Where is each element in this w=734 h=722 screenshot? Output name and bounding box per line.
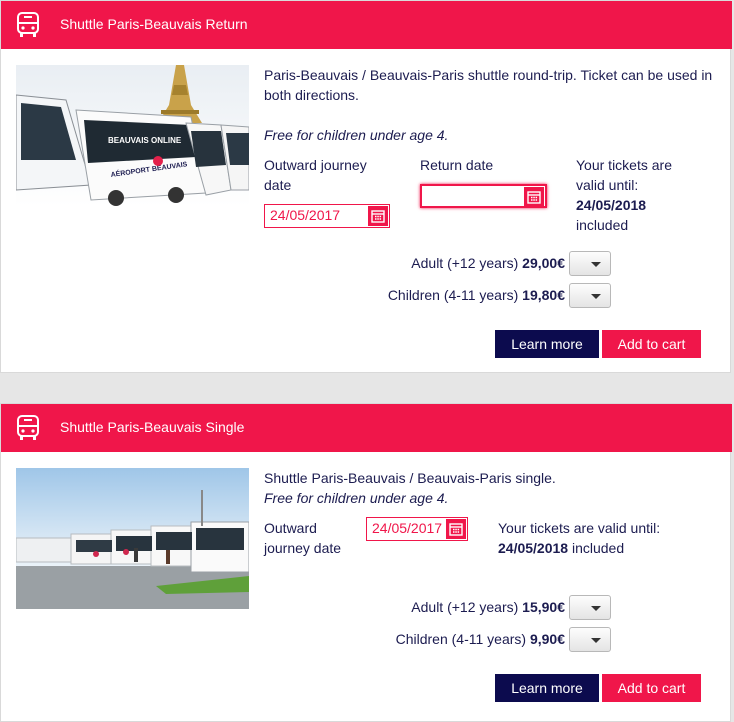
children-note: Free for children under age 4. xyxy=(264,127,449,143)
chevron-down-icon xyxy=(591,294,601,299)
bus-icon xyxy=(17,12,39,37)
product-title: Shuttle Paris-Beauvais Return xyxy=(60,16,248,32)
outward-date-label: Outward journey date xyxy=(264,157,367,193)
adult-price-row: Adult (+12 years) 29,00€ xyxy=(411,255,565,271)
product-photo: BEAUVAIS ONLINE AÉROPORT BEAUVAIS xyxy=(16,65,249,206)
children-price-row: Children (4-11 years) 19,80€ xyxy=(387,287,565,303)
children-quantity-select[interactable] xyxy=(569,627,611,652)
chevron-down-icon xyxy=(591,638,601,643)
return-date-input[interactable] xyxy=(420,184,547,208)
learn-more-button[interactable]: Learn more xyxy=(495,674,599,702)
chevron-down-icon xyxy=(591,606,601,611)
product-description: Paris-Beauvais / Beauvais-Paris shuttle … xyxy=(264,67,713,103)
product-title: Shuttle Paris-Beauvais Single xyxy=(60,419,245,435)
add-to-cart-button[interactable]: Add to cart xyxy=(602,330,701,358)
calendar-icon[interactable] xyxy=(524,187,544,207)
chevron-down-icon xyxy=(591,262,601,267)
svg-text:BEAUVAIS ONLINE: BEAUVAIS ONLINE xyxy=(108,136,182,145)
outward-date-input[interactable]: 24/05/2017 xyxy=(264,204,390,228)
return-date-label: Return date xyxy=(420,157,494,173)
validity-text: Your tickets are valid until: 24/05/2018… xyxy=(576,157,672,233)
card-header: Shuttle Paris-Beauvais Single xyxy=(1,404,732,452)
calendar-icon[interactable] xyxy=(446,519,466,539)
adult-quantity-select[interactable] xyxy=(569,595,611,620)
card-header: Shuttle Paris-Beauvais Return xyxy=(1,1,732,49)
product-card-return: Shuttle Paris-Beauvais Return BEAUVAIS O… xyxy=(0,0,732,373)
calendar-icon[interactable] xyxy=(368,206,388,226)
children-price-row: Children (4-11 years) 9,90€ xyxy=(395,631,565,647)
learn-more-button[interactable]: Learn more xyxy=(495,330,599,358)
validity-text: Your tickets are valid until: 24/05/2018… xyxy=(498,520,661,556)
adult-quantity-select[interactable] xyxy=(569,251,611,276)
bus-icon xyxy=(17,415,39,440)
product-card-single: Shuttle Paris-Beauvais Single Shuttle Pa… xyxy=(0,403,732,722)
product-description: Shuttle Paris-Beauvais / Beauvais-Paris … xyxy=(264,470,556,486)
adult-price-row: Adult (+12 years) 15,90€ xyxy=(411,599,565,615)
product-photo xyxy=(16,468,249,609)
outward-date-input[interactable]: 24/05/2017 xyxy=(366,517,468,541)
outward-date-label: Outward journey date xyxy=(264,520,342,556)
add-to-cart-button[interactable]: Add to cart xyxy=(602,674,701,702)
children-note: Free for children under age 4. xyxy=(264,490,449,506)
children-quantity-select[interactable] xyxy=(569,283,611,308)
